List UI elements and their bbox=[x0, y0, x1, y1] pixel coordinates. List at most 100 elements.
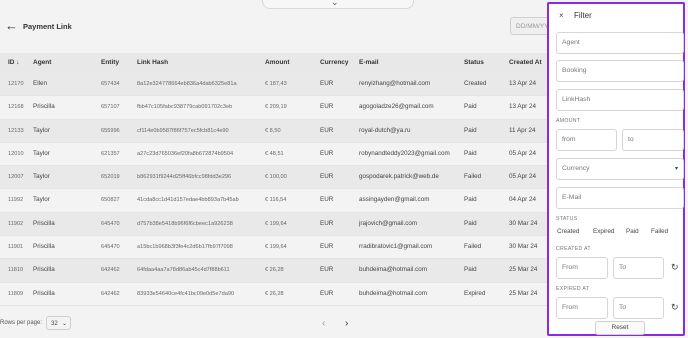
table-row[interactable]: 12133 Taylor 655996 cf114e0b9587f86f757ec5f… bbox=[0, 119, 548, 143]
table-row[interactable]: 12168 Priscilla 657107 fbb47c105fabc938779c… bbox=[0, 96, 548, 120]
expired-at-label: EXPIRED AT bbox=[556, 286, 590, 292]
column-header-agent[interactable]: Agent bbox=[33, 53, 51, 73]
row-email: rradibratovic1@gmail.com bbox=[359, 243, 433, 251]
row-link-hash: 8a12e324778664eb836a4dab6325e81a bbox=[137, 81, 237, 87]
row-entity: 645470 bbox=[101, 244, 120, 251]
rows-per-page-value: 32 bbox=[51, 321, 58, 327]
row-id: 12133 bbox=[8, 127, 24, 134]
row-id: 12168 bbox=[8, 104, 24, 111]
row-agent: Priscilla bbox=[33, 289, 55, 297]
column-header-created-at[interactable]: Created At bbox=[509, 53, 542, 73]
expired-from-input[interactable]: From bbox=[556, 297, 608, 319]
amount-from-input[interactable]: from bbox=[556, 129, 617, 151]
row-link-hash: d757b38e5418b96f6f6cbeec1a926238 bbox=[137, 220, 233, 227]
row-status: Paid bbox=[464, 219, 477, 227]
currency-select[interactable]: Currency ▾ bbox=[556, 158, 684, 180]
row-currency: EUR bbox=[320, 196, 334, 204]
row-created-at: 13 Apr 24 bbox=[509, 80, 536, 87]
link-hash-input[interactable]: LinkHash bbox=[556, 89, 684, 111]
table-row[interactable]: 11809 Priscilla 642462 83933e54640ce4fc41bc… bbox=[0, 282, 548, 306]
next-page-button[interactable]: › bbox=[345, 318, 348, 329]
booking-input[interactable]: Booking bbox=[556, 60, 684, 82]
status-label: STATUS bbox=[556, 216, 578, 222]
row-link-hash: 64fdaa4aa7a78d86ab45c4d7f88b611 bbox=[137, 267, 230, 274]
row-amount: € 209,19 bbox=[265, 104, 287, 111]
row-currency: EUR bbox=[320, 219, 334, 227]
row-link-hash: fbb47c105fabc938779cab091702c3eb bbox=[137, 104, 233, 111]
table-row[interactable]: 12010 Taylor 621357 a27c23d765036ef20fa8b67… bbox=[0, 142, 548, 167]
row-amount: € 199,64 bbox=[265, 244, 287, 251]
row-currency: EUR bbox=[320, 173, 334, 181]
table-row[interactable]: 11902 Priscilla 645470 d757b38e5418b96f6f6c… bbox=[0, 212, 548, 237]
row-currency: EUR bbox=[320, 266, 334, 274]
row-link-hash: cf114e0b9587f86f757ec5fcb81c4e90 bbox=[137, 127, 229, 134]
row-id: 12170 bbox=[8, 81, 24, 87]
row-created-at: 13 Apr 24 bbox=[509, 103, 536, 111]
row-created-at: 30 Mar 24 bbox=[509, 243, 538, 251]
row-agent: Taylor bbox=[33, 126, 50, 134]
payment-link-page: ⌄ ← Payment Link DD/MM/YY ID ↓ Agent Ent… bbox=[0, 0, 688, 338]
column-header-currency[interactable]: Currency bbox=[320, 53, 349, 73]
created-from-input[interactable]: From bbox=[556, 257, 608, 279]
row-id: 12010 bbox=[8, 150, 24, 157]
row-email: robynandteddy2023@gmail.com bbox=[359, 149, 450, 157]
column-header-status[interactable]: Status bbox=[464, 53, 484, 73]
row-link-hash: a27c23d765036ef20fa8b672874b9504 bbox=[137, 150, 234, 157]
row-entity: 642462 bbox=[101, 290, 120, 297]
refresh-icon[interactable]: ↻ bbox=[671, 262, 679, 273]
row-currency: EUR bbox=[320, 126, 334, 134]
column-header-entity[interactable]: Entity bbox=[101, 53, 119, 73]
agent-input[interactable]: Agent bbox=[556, 32, 684, 54]
currency-select-value: Currency bbox=[562, 165, 590, 172]
row-created-at: 30 Mar 24 bbox=[509, 219, 538, 227]
email-input[interactable]: E-Mail bbox=[556, 187, 684, 209]
table-row[interactable]: 11901 Priscilla 645470 a15bc1b968b3f3fe4c2d… bbox=[0, 236, 548, 260]
chevron-down-icon: ⌄ bbox=[331, 0, 339, 7]
row-agent: Taylor bbox=[33, 173, 50, 181]
close-icon[interactable]: × bbox=[559, 11, 564, 20]
row-link-hash: b862931f9244d25ff46bfcc98fdd3e296 bbox=[137, 174, 232, 181]
row-email: buhdeima@hotmail.com bbox=[359, 266, 427, 274]
status-option-expired[interactable]: Expired bbox=[593, 228, 614, 235]
column-header-id[interactable]: ID ↓ bbox=[8, 53, 20, 73]
row-id: 11992 bbox=[8, 197, 24, 204]
table-row[interactable]: 11992 Taylor 650827 41cda8cc1d41d157edae4bb… bbox=[0, 189, 548, 213]
status-option-created[interactable]: Created bbox=[557, 228, 579, 235]
row-id: 11809 bbox=[8, 290, 24, 297]
amount-to-input[interactable]: to bbox=[622, 129, 684, 151]
row-link-hash: a15bc1b968b3f3fe4c2d6b17fb97f7098 bbox=[137, 244, 233, 251]
row-currency: EUR bbox=[320, 243, 334, 251]
row-amount: € 26,28 bbox=[265, 290, 284, 297]
row-entity: 642462 bbox=[101, 267, 120, 274]
table-row[interactable]: 12007 Taylor 652019 b862931f9244d25ff46bfcc… bbox=[0, 166, 548, 190]
previous-page-button[interactable]: ‹ bbox=[322, 318, 325, 329]
row-agent: Priscilla bbox=[33, 219, 55, 227]
row-amount: € 187,43 bbox=[265, 81, 287, 87]
rows-per-page-select[interactable]: 32 ⌄ bbox=[46, 316, 71, 330]
table-footer: Rows per page: 32 ⌄ ‹ › bbox=[0, 316, 548, 332]
row-link-hash: 41cda8cc1d41d157edae4bb893a7b45ab bbox=[137, 197, 239, 204]
table-row[interactable]: 12170 Ellen 657434 8a12e324778664eb836a4dab… bbox=[0, 73, 548, 97]
row-created-at: 25 Mar 24 bbox=[509, 289, 538, 297]
row-entity: 657434 bbox=[101, 81, 120, 87]
top-collapse-tab[interactable]: ⌄ bbox=[262, 0, 414, 9]
row-entity: 652019 bbox=[101, 174, 120, 181]
back-arrow-icon[interactable]: ← bbox=[5, 18, 18, 33]
table-row[interactable]: 11810 Priscilla 642462 64fdaa4aa7a78d86ab45… bbox=[0, 259, 548, 283]
reset-button[interactable]: Reset bbox=[595, 321, 645, 335]
status-option-paid[interactable]: Paid bbox=[626, 228, 639, 235]
row-status: Expired bbox=[464, 289, 486, 297]
row-entity: 650827 bbox=[101, 197, 120, 204]
column-header-amount[interactable]: Amount bbox=[265, 53, 290, 73]
column-header-email[interactable]: E-mail bbox=[359, 53, 379, 73]
row-amount: € 8,50 bbox=[265, 127, 281, 134]
row-id: 12007 bbox=[8, 174, 24, 181]
refresh-icon[interactable]: ↻ bbox=[671, 302, 679, 313]
table-header: ID ↓ Agent Entity Link Hash Amount Curre… bbox=[0, 53, 548, 73]
expired-to-input[interactable]: To bbox=[613, 297, 664, 319]
column-header-link-hash[interactable]: Link Hash bbox=[137, 53, 168, 73]
caret-down-icon: ▾ bbox=[674, 166, 678, 172]
status-option-failed[interactable]: Failed bbox=[651, 228, 668, 235]
row-amount: € 116,54 bbox=[265, 197, 287, 204]
created-to-input[interactable]: To bbox=[613, 257, 664, 279]
